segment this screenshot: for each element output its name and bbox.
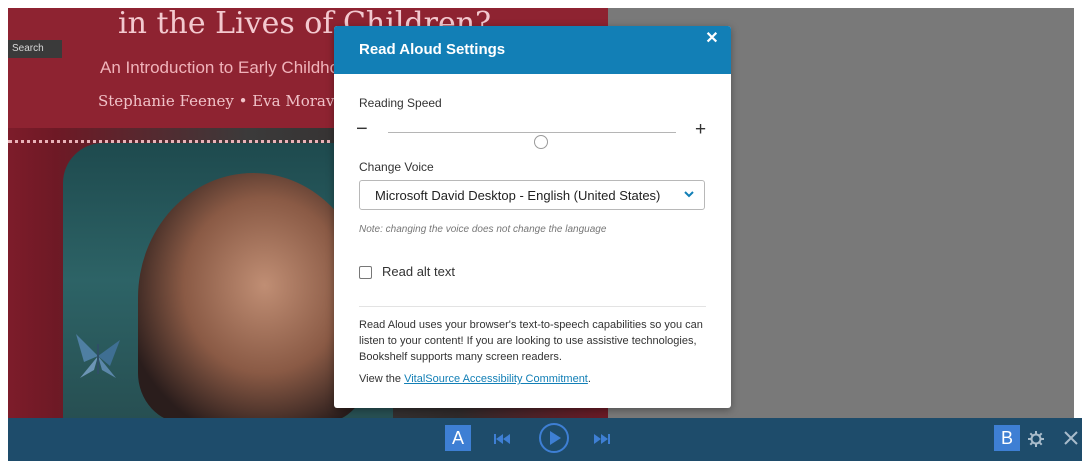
- voice-select[interactable]: Microsoft David Desktop - English (Unite…: [359, 180, 705, 210]
- reading-speed-label: Reading Speed: [359, 96, 442, 110]
- dialog-title: Read Aloud Settings: [359, 41, 506, 58]
- change-voice-label: Change Voice: [359, 160, 434, 174]
- skip-forward-icon[interactable]: [593, 432, 611, 446]
- reader-window: in the Lives of Children? An Introductio…: [8, 8, 1082, 468]
- view-suffix: .: [587, 373, 591, 385]
- read-alt-text-checkbox[interactable]: [359, 266, 372, 279]
- skip-back-icon[interactable]: [493, 432, 511, 446]
- speed-decrease-button[interactable]: −: [356, 118, 368, 141]
- dialog-header: Read Aloud Settings ✕: [334, 26, 731, 74]
- close-icon[interactable]: ✕: [703, 30, 721, 48]
- read-aloud-settings-dialog: Read Aloud Settings ✕ Reading Speed − + …: [334, 26, 731, 408]
- accessibility-line: View the VitalSource Accessibility Commi…: [359, 373, 591, 385]
- speed-slider-track[interactable]: [388, 132, 676, 149]
- play-icon[interactable]: [538, 422, 570, 454]
- annotation-badge-a: A: [445, 425, 471, 451]
- accessibility-commitment-link[interactable]: VitalSource Accessibility Commitment: [404, 373, 588, 385]
- read-aloud-toolbar: A B: [8, 418, 1082, 461]
- cover-authors: Stephanie Feeney • Eva Moravcik: [98, 92, 357, 110]
- close-icon[interactable]: [1064, 431, 1078, 445]
- gear-icon[interactable]: [1027, 430, 1045, 448]
- read-aloud-info: Read Aloud uses your browser's text-to-s…: [359, 319, 703, 363]
- voice-selected-value: Microsoft David Desktop - English (Unite…: [375, 188, 661, 203]
- speed-increase-button[interactable]: +: [695, 119, 706, 141]
- chevron-down-icon: [684, 191, 694, 198]
- read-alt-text-label[interactable]: Read alt text: [382, 264, 455, 279]
- annotation-badge-b: B: [994, 425, 1020, 451]
- search-tab[interactable]: Search: [8, 40, 62, 58]
- reading-speed-slider: − +: [356, 118, 716, 149]
- divider: [359, 306, 706, 307]
- view-prefix: View the: [359, 373, 405, 385]
- voice-note: Note: changing the voice does not change…: [359, 224, 607, 235]
- butterfly-icon: [76, 334, 120, 378]
- reader-stage: in the Lives of Children? An Introductio…: [8, 8, 1074, 418]
- speed-slider-thumb[interactable]: [533, 135, 548, 149]
- cover-dotted-rule: [8, 140, 338, 143]
